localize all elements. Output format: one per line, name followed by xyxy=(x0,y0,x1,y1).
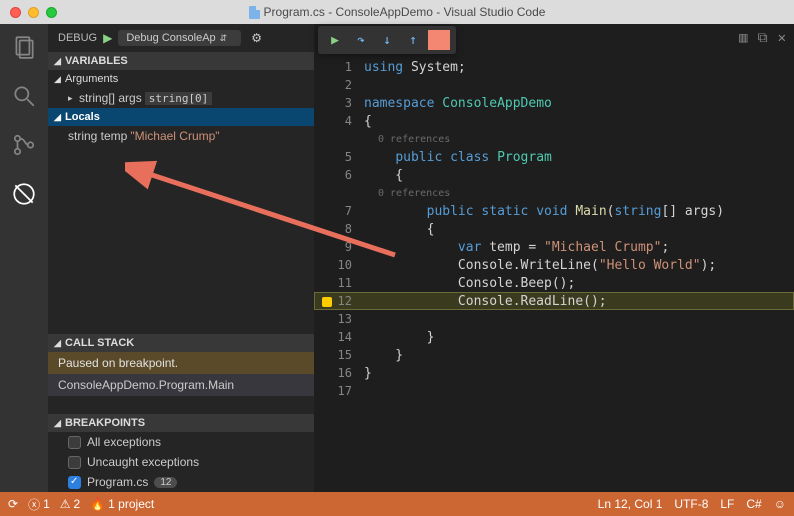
variables-section[interactable]: ◢VARIABLES xyxy=(48,52,314,70)
status-bar: ⟳ ⓧ 1 ⚠ 2 🔥 1 project Ln 12, Col 1 UTF-8… xyxy=(0,492,794,516)
checkbox-checked[interactable] xyxy=(68,476,81,489)
code-line[interactable]: 17 xyxy=(314,382,794,400)
code-area[interactable]: 1using System;23namespace ConsoleAppDemo… xyxy=(314,24,794,400)
code-line[interactable]: 2 xyxy=(314,76,794,94)
code-line[interactable]: 13 xyxy=(314,310,794,328)
code-line[interactable]: 6 { xyxy=(314,166,794,184)
window-title: Program.cs - ConsoleAppDemo - Visual Stu… xyxy=(0,5,794,19)
titlebar: Program.cs - ConsoleAppDemo - Visual Stu… xyxy=(0,0,794,24)
line-badge: 12 xyxy=(154,477,177,488)
close-editor-icon[interactable]: ✕ xyxy=(778,30,786,46)
variable-name: string temp xyxy=(68,129,127,143)
debug-toolbar: ▶ ↷ ↓ ↑ xyxy=(318,26,456,54)
code-line[interactable]: 11 Console.Beep(); xyxy=(314,274,794,292)
code-line[interactable]: 4{ xyxy=(314,112,794,130)
encoding[interactable]: UTF-8 xyxy=(674,497,708,511)
step-into-button[interactable]: ↓ xyxy=(376,30,398,50)
breakpoint-row[interactable]: All exceptions xyxy=(48,432,314,452)
code-line[interactable]: 14 } xyxy=(314,328,794,346)
code-line[interactable]: 10 Console.WriteLine("Hello World"); xyxy=(314,256,794,274)
variable-value: "Michael Crump" xyxy=(130,129,219,143)
code-line[interactable]: 7 public static void Main(string[] args) xyxy=(314,202,794,220)
editor[interactable]: ▶ ↷ ↓ ↑ ▥ ⧉ ✕ 1using System;23namespace … xyxy=(314,24,794,492)
window-title-text: Program.cs - ConsoleAppDemo - Visual Stu… xyxy=(264,5,546,19)
checkbox[interactable] xyxy=(68,436,81,449)
variable-row[interactable]: string temp "Michael Crump" xyxy=(48,126,314,146)
language-mode[interactable]: C# xyxy=(746,497,761,511)
stop-button[interactable] xyxy=(428,30,450,50)
code-line[interactable]: 3namespace ConsoleAppDemo xyxy=(314,94,794,112)
locals-section[interactable]: ◢Locals xyxy=(48,108,314,126)
arguments-section[interactable]: ◢Arguments xyxy=(48,70,314,88)
file-icon xyxy=(249,6,260,19)
feedback-icon[interactable]: ☺ xyxy=(774,497,786,511)
projects-status[interactable]: 🔥 1 project xyxy=(90,497,154,511)
variable-row[interactable]: ▸ string[] args string[0] xyxy=(48,88,314,108)
code-line[interactable]: 9 var temp = "Michael Crump"; xyxy=(314,238,794,256)
cursor-position[interactable]: Ln 12, Col 1 xyxy=(598,497,663,511)
step-out-button[interactable]: ↑ xyxy=(402,30,424,50)
debug-sidebar: DEBUG ▶ Debug ConsoleAp ⚙ ◢VARIABLES ◢Ar… xyxy=(48,24,314,492)
code-line[interactable]: 8 { xyxy=(314,220,794,238)
sync-icon[interactable]: ⟳ xyxy=(8,497,18,511)
split-editor-icon[interactable]: ▥ xyxy=(739,30,747,46)
callstack-section[interactable]: ◢CALL STACK xyxy=(48,334,314,352)
step-over-button[interactable]: ↷ xyxy=(350,30,372,50)
search-icon[interactable] xyxy=(11,83,37,114)
settings-icon[interactable]: ⚙ xyxy=(251,31,262,45)
code-line[interactable]: 12 Console.ReadLine(); xyxy=(314,292,794,310)
debug-config-select[interactable]: Debug ConsoleAp xyxy=(118,30,241,46)
activity-bar xyxy=(0,24,48,492)
errors-status[interactable]: ⓧ 1 xyxy=(28,496,50,513)
callstack-frame[interactable]: ConsoleAppDemo.Program.Main xyxy=(48,374,314,396)
code-line[interactable]: 15 } xyxy=(314,346,794,364)
variable-type: string[0] xyxy=(145,92,213,105)
eol[interactable]: LF xyxy=(720,497,734,511)
breakpoint-row[interactable]: Uncaught exceptions xyxy=(48,452,314,472)
variable-name: string[] args xyxy=(79,91,142,105)
code-line[interactable]: 16} xyxy=(314,364,794,382)
debug-header: DEBUG ▶ Debug ConsoleAp ⚙ xyxy=(48,24,314,52)
more-icon[interactable]: ⧉ xyxy=(758,30,768,46)
code-line[interactable]: 1using System; xyxy=(314,58,794,76)
warnings-status[interactable]: ⚠ 2 xyxy=(60,497,80,511)
continue-button[interactable]: ▶ xyxy=(324,30,346,50)
breakpoint-row[interactable]: Program.cs12 xyxy=(48,472,314,492)
debug-icon[interactable] xyxy=(11,181,37,212)
source-control-icon[interactable] xyxy=(11,132,37,163)
code-line[interactable]: 5 public class Program xyxy=(314,148,794,166)
callstack-status: Paused on breakpoint. xyxy=(48,352,314,374)
start-debug-button[interactable]: ▶ xyxy=(103,31,112,45)
explorer-icon[interactable] xyxy=(11,34,37,65)
checkbox[interactable] xyxy=(68,456,81,469)
debug-title: DEBUG xyxy=(58,32,97,44)
editor-actions: ▥ ⧉ ✕ xyxy=(739,30,786,46)
breakpoints-section[interactable]: ◢BREAKPOINTS xyxy=(48,414,314,432)
